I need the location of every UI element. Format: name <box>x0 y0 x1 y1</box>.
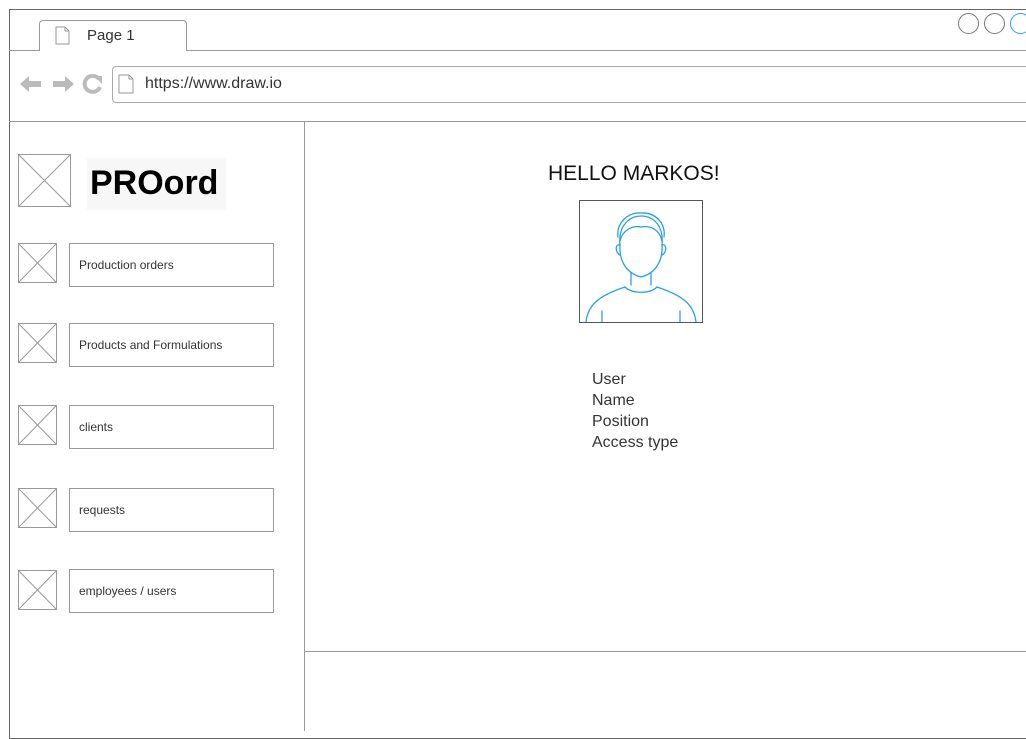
window-close-icon[interactable] <box>1010 13 1026 34</box>
page-icon <box>55 26 70 45</box>
menu-icon-placeholder <box>18 488 57 528</box>
menu-icon-placeholder <box>18 323 57 363</box>
window-maximize-icon[interactable] <box>984 13 1005 34</box>
profile-field-name: Name <box>592 392 635 409</box>
profile-field-position: Position <box>592 413 649 430</box>
avatar <box>579 200 703 323</box>
app-logo: PROord <box>90 164 219 202</box>
greeting-heading: HELLO MARKOS! <box>548 162 720 185</box>
window-minimize-icon[interactable] <box>958 13 979 34</box>
tab-title: Page 1 <box>87 27 135 44</box>
footer-divider <box>305 651 1026 652</box>
sidebar-item-products-and-formulations[interactable]: Products and Formulations <box>69 323 274 367</box>
sidebar-item-clients[interactable]: clients <box>69 405 274 449</box>
sidebar-item-requests[interactable]: requests <box>69 488 274 532</box>
page-icon <box>118 74 134 94</box>
user-avatar-icon <box>585 212 697 323</box>
menu-icon-placeholder <box>18 243 57 283</box>
back-arrow-icon[interactable] <box>19 74 43 94</box>
sidebar-item-production-orders[interactable]: Production orders <box>69 243 274 287</box>
forward-arrow-icon[interactable] <box>51 74 75 94</box>
sidebar-item-employees-users[interactable]: employees / users <box>69 569 274 613</box>
reload-icon[interactable] <box>82 74 104 94</box>
url-text[interactable]: https://www.draw.io <box>145 75 282 93</box>
menu-icon-placeholder <box>18 405 57 445</box>
menu-icon-placeholder <box>18 570 57 610</box>
profile-field-access-type: Access type <box>592 434 679 451</box>
logo-image-placeholder <box>18 154 71 207</box>
profile-field-user: User <box>592 371 626 388</box>
